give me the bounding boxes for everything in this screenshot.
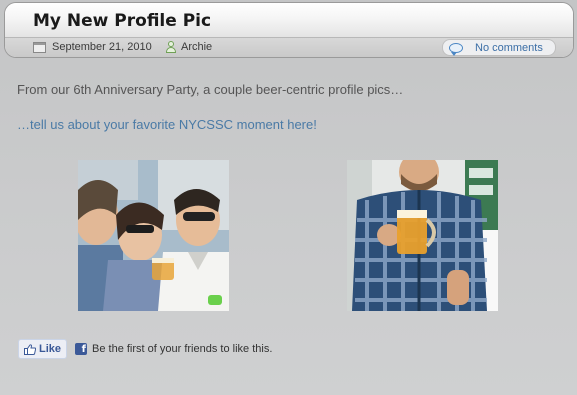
like-social-text: Be the first of your friends to like thi… <box>92 343 273 355</box>
post-author: Archie <box>166 41 212 53</box>
post-date-text: September 21, 2010 <box>52 41 152 53</box>
post-meta: September 21, 2010 Archie No comments <box>5 38 573 57</box>
post-header: My New Profile Pic September 21, 2010 Ar… <box>4 2 574 58</box>
facebook-icon: f <box>75 343 88 355</box>
calendar-icon <box>33 41 46 53</box>
title-bar: My New Profile Pic <box>5 3 573 38</box>
like-label: Like <box>39 343 62 355</box>
like-button[interactable]: Like <box>18 339 68 359</box>
favorite-moment-link[interactable]: …tell us about your favorite NYCSSC mome… <box>17 117 317 132</box>
thumbs-up-icon <box>24 343 36 355</box>
post-date: September 21, 2010 <box>33 41 152 53</box>
post-title[interactable]: My New Profile Pic <box>33 11 211 31</box>
photo-group-image <box>78 160 229 311</box>
photo-beer-image <box>347 160 498 311</box>
person-icon <box>166 41 176 53</box>
post-author-text[interactable]: Archie <box>181 41 212 53</box>
profile-photo-group[interactable] <box>78 160 229 311</box>
post-intro: From our 6th Anniversary Party, a couple… <box>17 82 404 97</box>
comments-link[interactable]: No comments <box>475 42 543 54</box>
facebook-like-bar: Like f Be the first of your friends to l… <box>18 339 272 359</box>
profile-photo-beer[interactable] <box>347 160 498 311</box>
comments-pill[interactable]: No comments <box>442 39 556 56</box>
comment-bubble-icon <box>449 42 463 56</box>
